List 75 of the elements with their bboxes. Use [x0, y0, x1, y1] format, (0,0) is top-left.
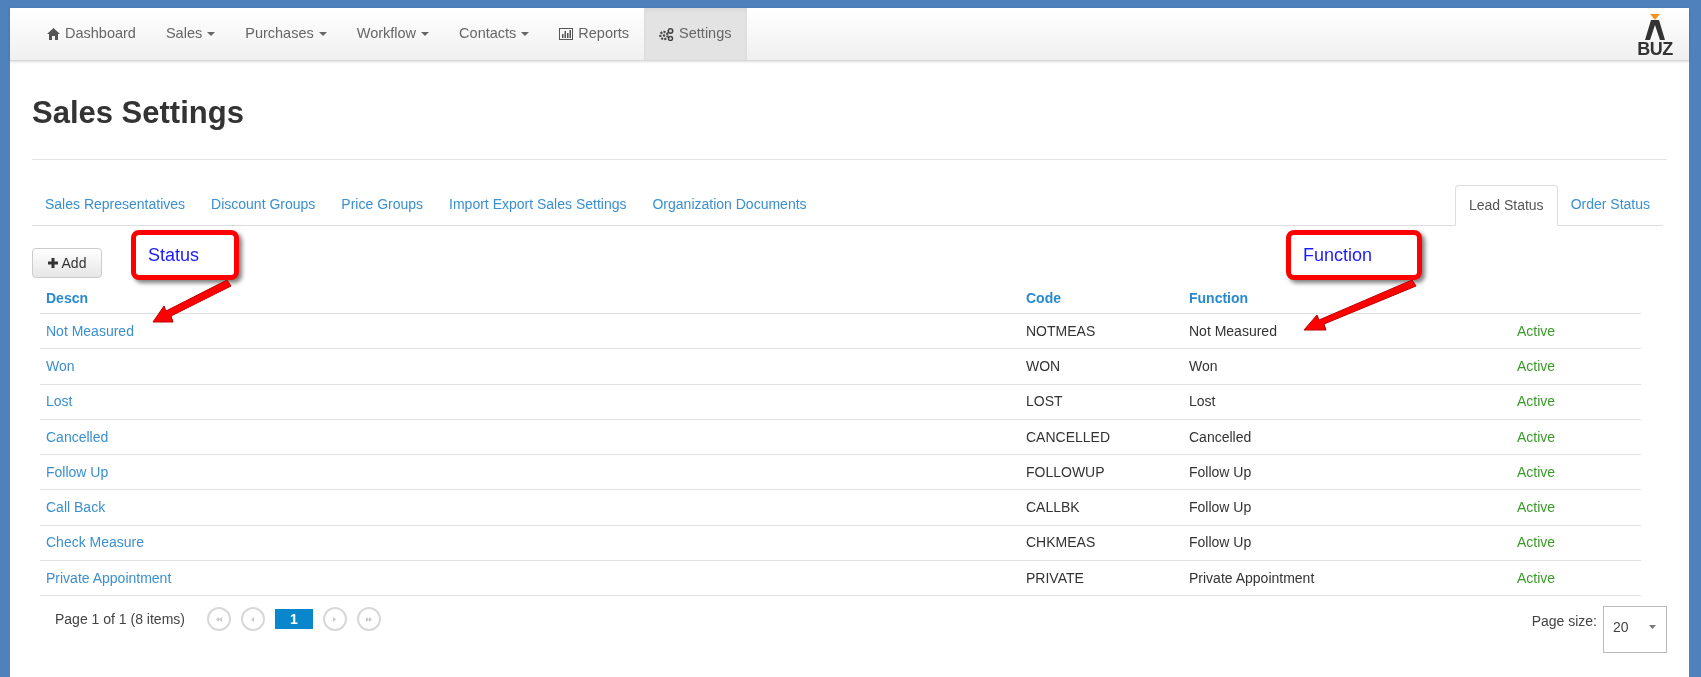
status-text: Active [1517, 428, 1556, 445]
logo: BUZ [1635, 8, 1675, 60]
status-text: Active [1517, 463, 1556, 480]
caret-icon [1648, 625, 1656, 630]
status-text: Active [1517, 393, 1556, 410]
pager-info: Page 1 of 1 (8 items) [55, 610, 185, 630]
status-text: Active [1517, 534, 1556, 551]
triangle-icon [333, 616, 337, 622]
tab[interactable]: Lead Status [1454, 185, 1558, 226]
table-cell: Follow Up [1189, 534, 1252, 551]
nav-item[interactable]: Sales [150, 8, 231, 60]
nav-item[interactable]: Reports [544, 8, 645, 60]
status-link[interactable]: Won [46, 357, 75, 374]
page-number-button[interactable]: 1 [274, 609, 313, 630]
nav-item[interactable]: Settings [644, 8, 747, 60]
table-cell: LOST [1026, 393, 1063, 410]
column-header[interactable]: Function [1189, 290, 1249, 306]
next-page-button[interactable] [322, 607, 347, 632]
status-text: Active [1517, 569, 1556, 586]
status-link[interactable]: Call Back [46, 499, 106, 516]
table-cell: Follow Up [1189, 499, 1252, 516]
page-size-label: Page size: [1531, 612, 1597, 632]
nav-item[interactable]: Workflow [341, 8, 445, 60]
caret-icon [421, 32, 430, 36]
status-link[interactable]: Check Measure [46, 534, 145, 551]
nav-item[interactable]: Purchases [230, 8, 342, 60]
table-cell: Lost [1189, 393, 1216, 410]
table-cell: Not Measured [1189, 322, 1277, 339]
add-button[interactable]: Add [32, 248, 102, 278]
page-title: Sales Settings [32, 94, 245, 132]
caret-icon [207, 32, 216, 36]
table-cell: Cancelled [1189, 428, 1252, 445]
callout-box: Status [131, 230, 239, 280]
status-link[interactable]: Follow Up [46, 463, 109, 480]
tab[interactable]: Organization Documents [639, 184, 820, 225]
table-cell: CHKMEAS [1026, 534, 1096, 551]
previous-page-button[interactable] [240, 607, 265, 632]
tab[interactable]: Order Status [1557, 184, 1663, 225]
first-page-button[interactable] [206, 607, 231, 632]
table-cell: Private Appointment [1189, 569, 1315, 586]
plus-icon [47, 258, 58, 268]
caret-icon [521, 32, 530, 36]
status-text: Active [1517, 357, 1556, 374]
table-cell: FOLLOWUP [1026, 463, 1105, 480]
status-text: Active [1517, 499, 1556, 516]
status-text: Active [1517, 322, 1556, 339]
bar-chart-icon [559, 28, 574, 40]
double-triangle-icon [365, 616, 372, 622]
triangle-icon [251, 616, 255, 622]
status-link[interactable]: Not Measured [46, 322, 134, 339]
table-cell: Follow Up [1189, 463, 1252, 480]
caret-icon [318, 32, 327, 36]
nav-item[interactable]: Dashboard [32, 8, 151, 60]
tab[interactable]: Price Groups [328, 184, 437, 225]
table-cell: CANCELLED [1026, 428, 1111, 445]
table-cell: PRIVATE [1026, 569, 1084, 586]
status-link[interactable]: Private Appointment [46, 569, 172, 586]
nav-item[interactable]: Contacts [444, 8, 545, 60]
page-size-select[interactable]: 20 [1603, 606, 1667, 654]
double-triangle-icon [215, 616, 222, 622]
status-link[interactable]: Lost [46, 393, 73, 410]
gears-icon [659, 27, 675, 41]
tab[interactable]: Sales Representatives [32, 184, 199, 225]
column-header[interactable]: Code [1026, 290, 1061, 306]
home-icon [47, 28, 60, 40]
tab[interactable]: Import Export Sales Settings [436, 184, 640, 225]
table-cell: Won [1189, 357, 1218, 374]
last-page-button[interactable] [356, 607, 381, 632]
table-cell: WON [1026, 357, 1061, 374]
status-link[interactable]: Cancelled [46, 428, 109, 445]
tab[interactable]: Discount Groups [198, 184, 329, 225]
table-cell: NOTMEAS [1026, 322, 1096, 339]
column-header[interactable]: Descn [46, 290, 89, 306]
table-cell: CALLBK [1026, 499, 1080, 516]
callout-box: Function [1286, 230, 1422, 280]
